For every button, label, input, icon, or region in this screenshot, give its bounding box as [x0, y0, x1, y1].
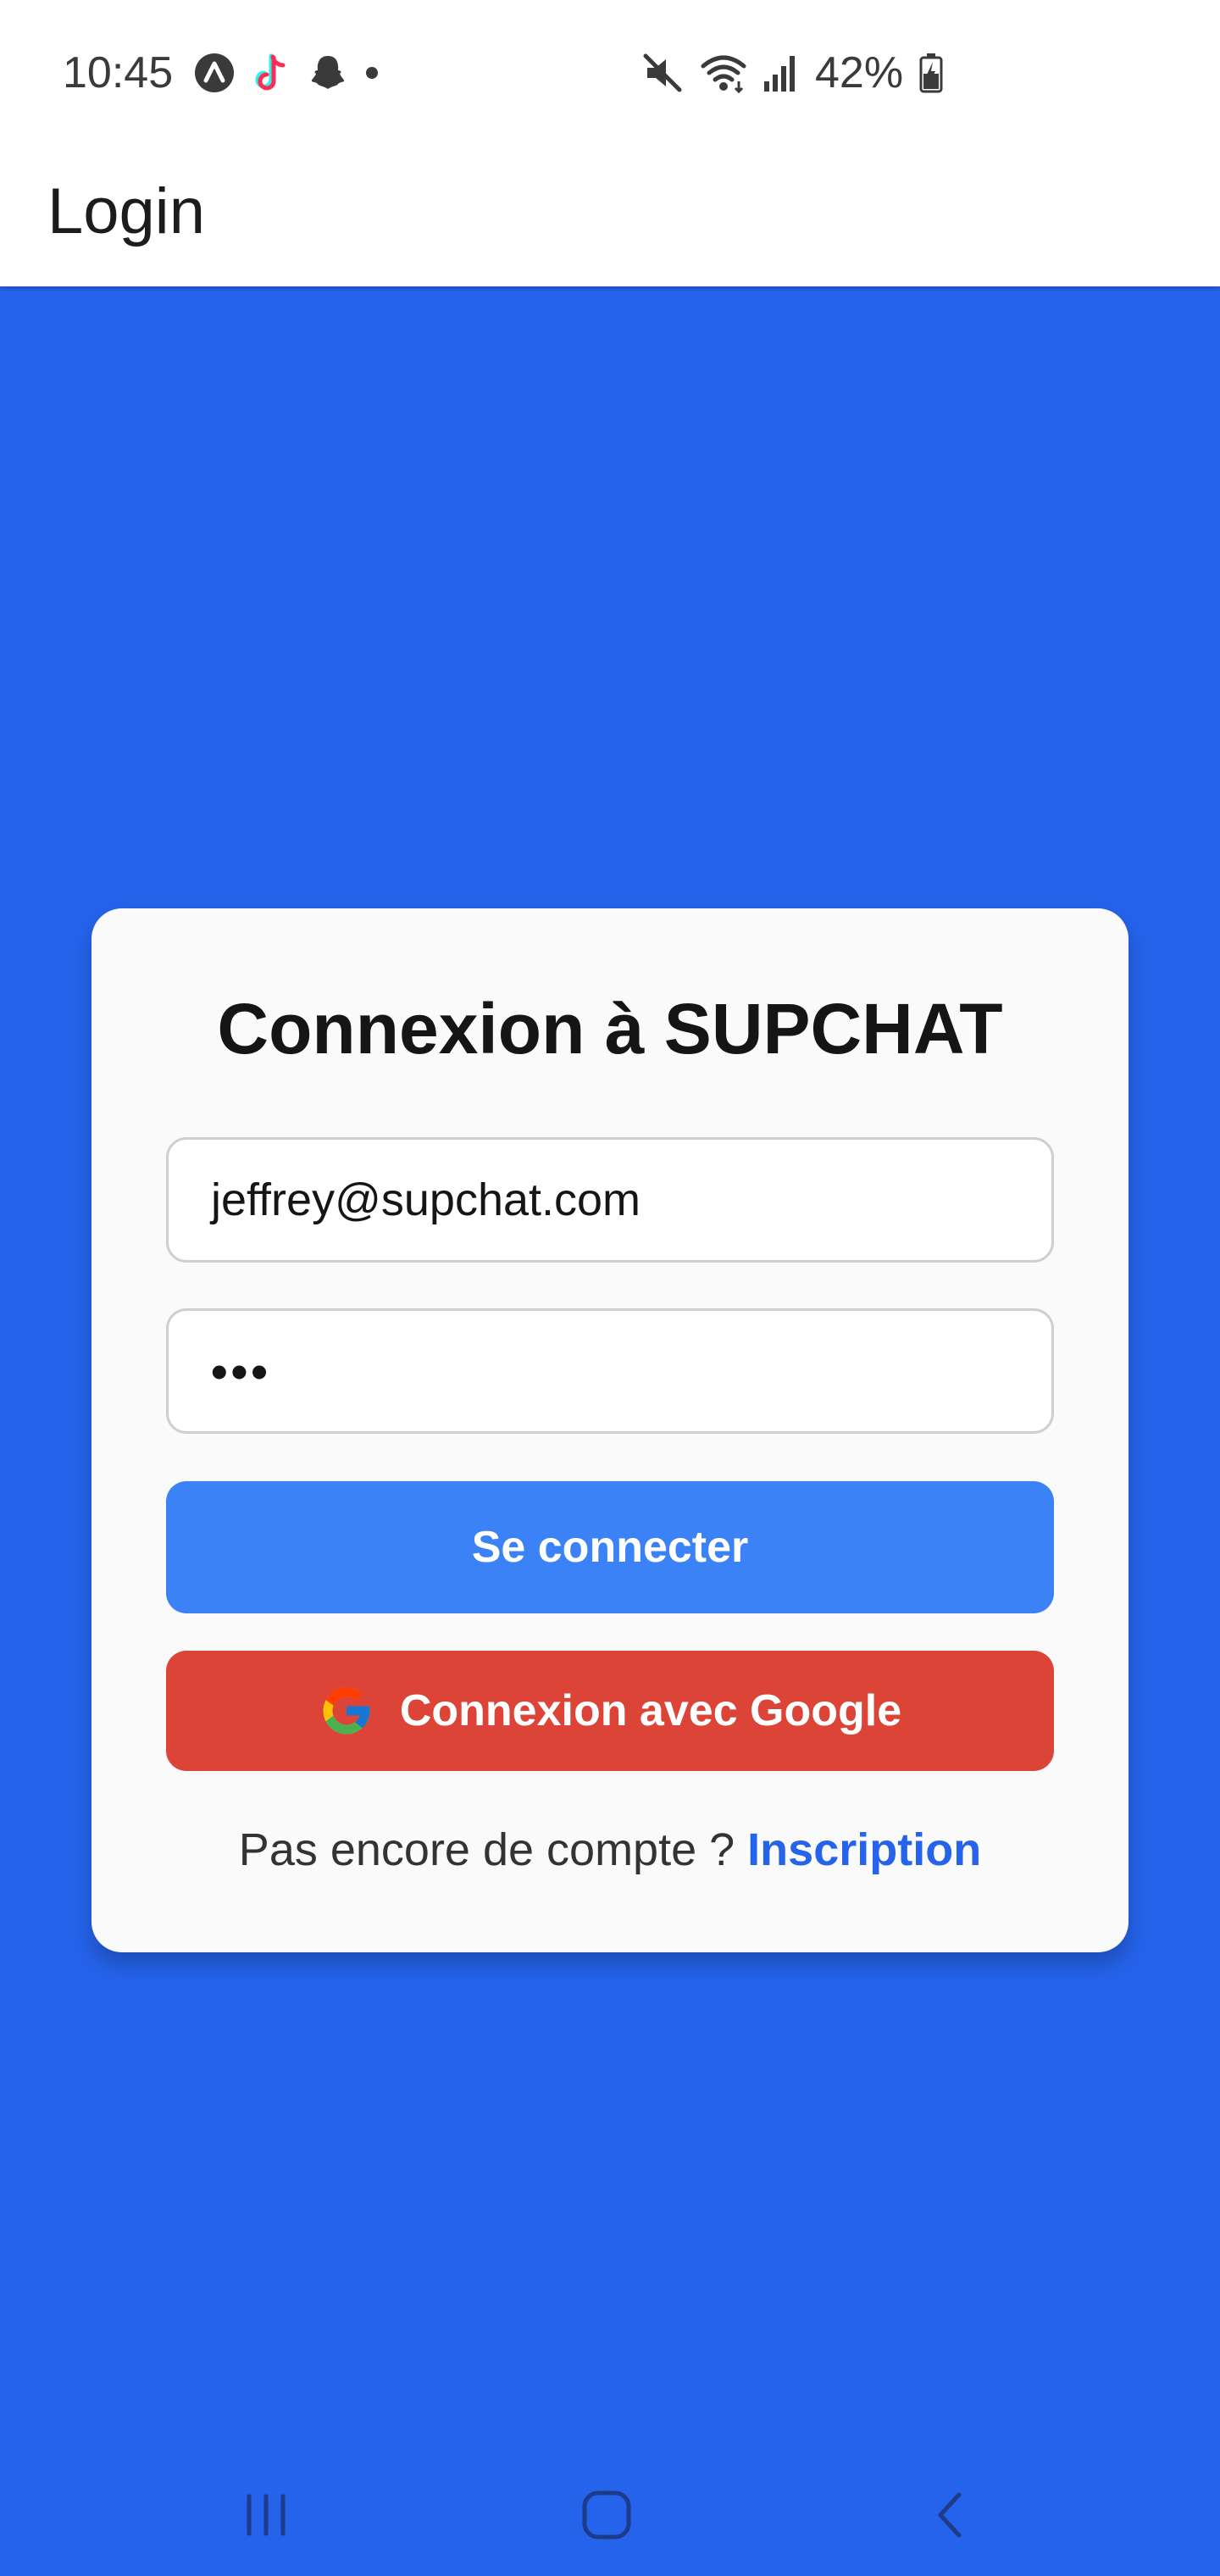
- mute-icon: [640, 51, 685, 95]
- login-button-label: Se connecter: [471, 1523, 749, 1572]
- email-field[interactable]: jeffrey@supchat.com: [166, 1137, 1054, 1263]
- login-card: Connexion à SUPCHAT jeffrey@supchat.com …: [92, 908, 1128, 1952]
- login-button[interactable]: Se connecter: [166, 1481, 1054, 1613]
- password-field[interactable]: •••: [166, 1308, 1054, 1434]
- signal-icon: [762, 53, 800, 93]
- recents-icon: [241, 2491, 291, 2543]
- status-bar: 10:45 42%: [0, 0, 1220, 146]
- google-icon: [319, 1683, 374, 1739]
- signup-prompt-line: Pas encore de compte ? Inscription: [92, 1820, 1128, 1879]
- back-button[interactable]: [898, 2474, 1000, 2559]
- battery-percentage: 42%: [815, 48, 904, 97]
- status-left: 10:45: [63, 46, 380, 100]
- snapchat-icon: [307, 52, 349, 94]
- wifi-icon: [700, 51, 747, 95]
- dot-icon: [364, 65, 380, 80]
- app-bar: Login: [0, 146, 1220, 286]
- back-icon: [930, 2490, 968, 2545]
- page-title: Login: [47, 175, 205, 247]
- tiktok-icon: [251, 51, 291, 95]
- a-badge-icon: [193, 52, 236, 94]
- main-content: Connexion à SUPCHAT jeffrey@supchat.com …: [0, 286, 1220, 2457]
- google-button-label: Connexion avec Google: [399, 1686, 902, 1735]
- signup-prompt: Pas encore de compte ?: [238, 1824, 735, 1875]
- signup-link[interactable]: Inscription: [747, 1824, 981, 1875]
- battery-icon: [918, 52, 944, 94]
- login-title: Connexion à SUPCHAT: [217, 989, 1003, 1069]
- status-right: 42%: [640, 46, 944, 100]
- status-time: 10:45: [63, 48, 174, 97]
- navigation-bar: [0, 2457, 1220, 2576]
- google-login-button[interactable]: Connexion avec Google: [166, 1651, 1054, 1771]
- recents-button[interactable]: [215, 2474, 317, 2559]
- home-button[interactable]: [556, 2474, 657, 2559]
- home-icon: [580, 2489, 633, 2545]
